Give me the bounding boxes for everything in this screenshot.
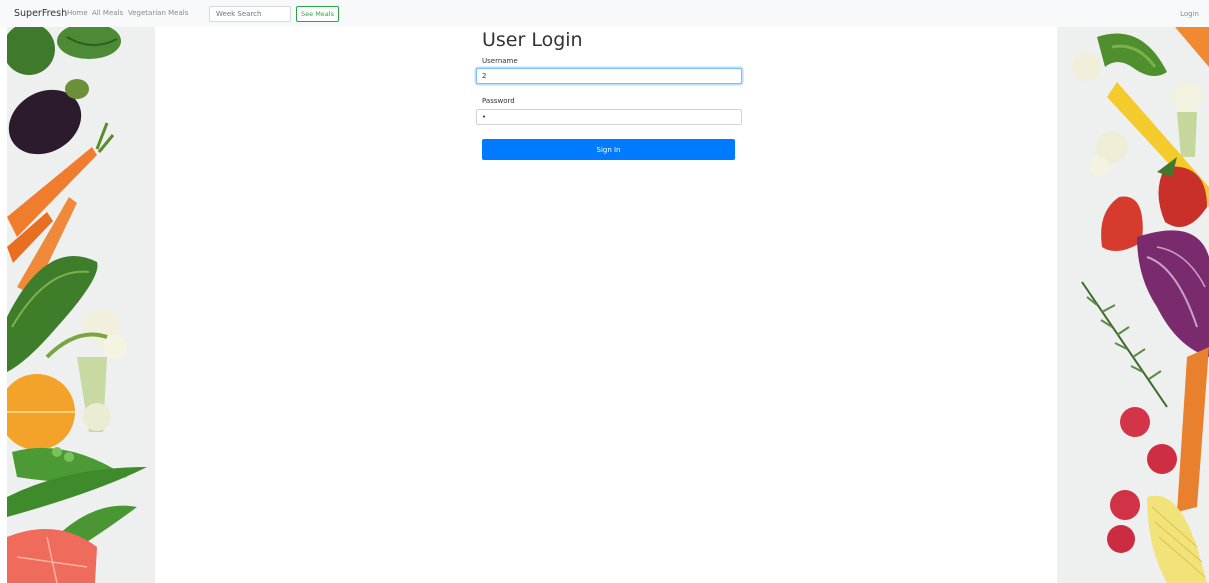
week-search-input[interactable] <box>209 6 291 22</box>
brand-logo[interactable]: SuperFresh <box>14 8 67 19</box>
right-vegetable-image <box>1057 27 1209 583</box>
password-label: Password <box>482 97 515 105</box>
nav-link-vegetarian-meals[interactable]: Vegetarian Meals <box>128 9 188 17</box>
sign-in-button[interactable]: Sign In <box>482 139 735 160</box>
nav-link-home[interactable]: Home <box>67 9 88 17</box>
username-input[interactable] <box>476 68 742 84</box>
username-label: Username <box>482 57 518 65</box>
password-input[interactable] <box>476 109 742 125</box>
page-title: User Login <box>482 29 583 51</box>
left-vegetable-image <box>7 27 155 583</box>
navbar: SuperFresh Home All Meals Vegetarian Mea… <box>0 0 1209 27</box>
nav-link-login[interactable]: Login <box>1180 10 1199 18</box>
see-meals-button[interactable]: See Meals <box>296 6 339 22</box>
nav-link-all-meals[interactable]: All Meals <box>92 9 123 17</box>
